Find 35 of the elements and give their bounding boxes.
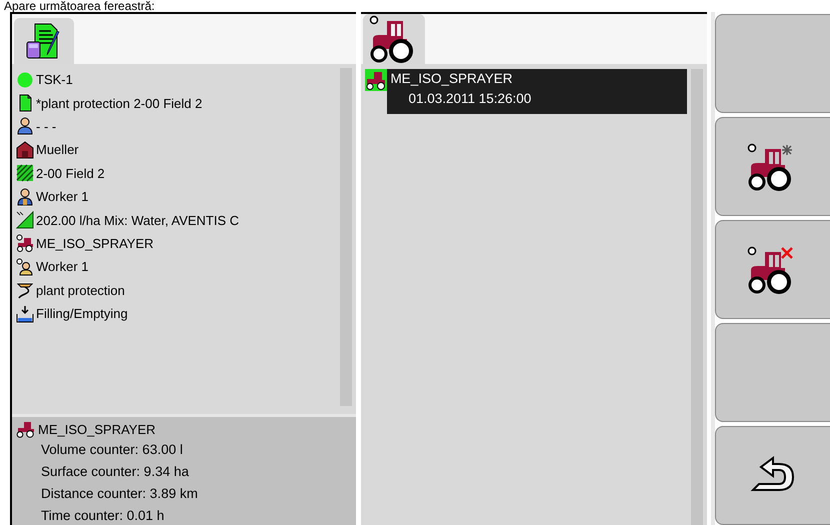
counter-text: Distance counter: 3.89 km bbox=[40, 485, 199, 503]
task-tab[interactable] bbox=[14, 18, 74, 64]
operation-icon bbox=[16, 281, 34, 300]
counter-text: Time counter: 0.01 h bbox=[40, 507, 166, 525]
operator-icon bbox=[16, 258, 34, 276]
task-item-label: Worker 1 bbox=[36, 189, 88, 204]
task-item-label: 202.00 l/ha Mix: Water, AVENTIS C bbox=[36, 212, 240, 228]
softkey-button[interactable] bbox=[714, 117, 830, 216]
softkey-button[interactable] bbox=[714, 426, 830, 525]
barn-icon bbox=[16, 140, 34, 159]
softkey-button[interactable] bbox=[714, 220, 830, 319]
task-item-label: 2-00 Field 2 bbox=[36, 166, 105, 181]
person-icon bbox=[16, 117, 34, 136]
filling-icon bbox=[16, 304, 34, 323]
task-item-label: *plant protection 2-00 Field 2 bbox=[36, 96, 202, 111]
tractor-icon bbox=[365, 69, 388, 91]
tractor-icon bbox=[16, 234, 34, 252]
task-item-label: plant protection bbox=[36, 282, 125, 298]
worker-icon bbox=[16, 188, 34, 206]
task-item-label: Worker 1 bbox=[36, 259, 88, 274]
field-icon bbox=[16, 164, 34, 182]
counter-text: Volume counter: 63.00 l bbox=[40, 441, 184, 459]
task-item-label: Mueller bbox=[36, 142, 79, 158]
task-item-label: Filling/Emptying bbox=[36, 306, 128, 322]
task-item-label: - - - bbox=[36, 118, 56, 134]
task-item-label: ME_ISO_SPRAYER bbox=[36, 236, 154, 251]
product-icon bbox=[16, 211, 34, 230]
caption-text: Apare următoarea fereastră: bbox=[3, 0, 156, 12]
machine-tab[interactable] bbox=[363, 14, 426, 64]
task-item-label: TSK-1 bbox=[36, 72, 73, 88]
counter-text: Surface counter: 9.34 ha bbox=[40, 463, 190, 481]
status-dot-icon bbox=[16, 70, 34, 89]
machine-name: ME_ISO_SPRAYER bbox=[38, 422, 156, 436]
machine-list-item[interactable]: ME_ISO_SPRAYER 01.03.2011 15:26:00 bbox=[387, 69, 688, 114]
tractor-icon bbox=[16, 420, 36, 438]
